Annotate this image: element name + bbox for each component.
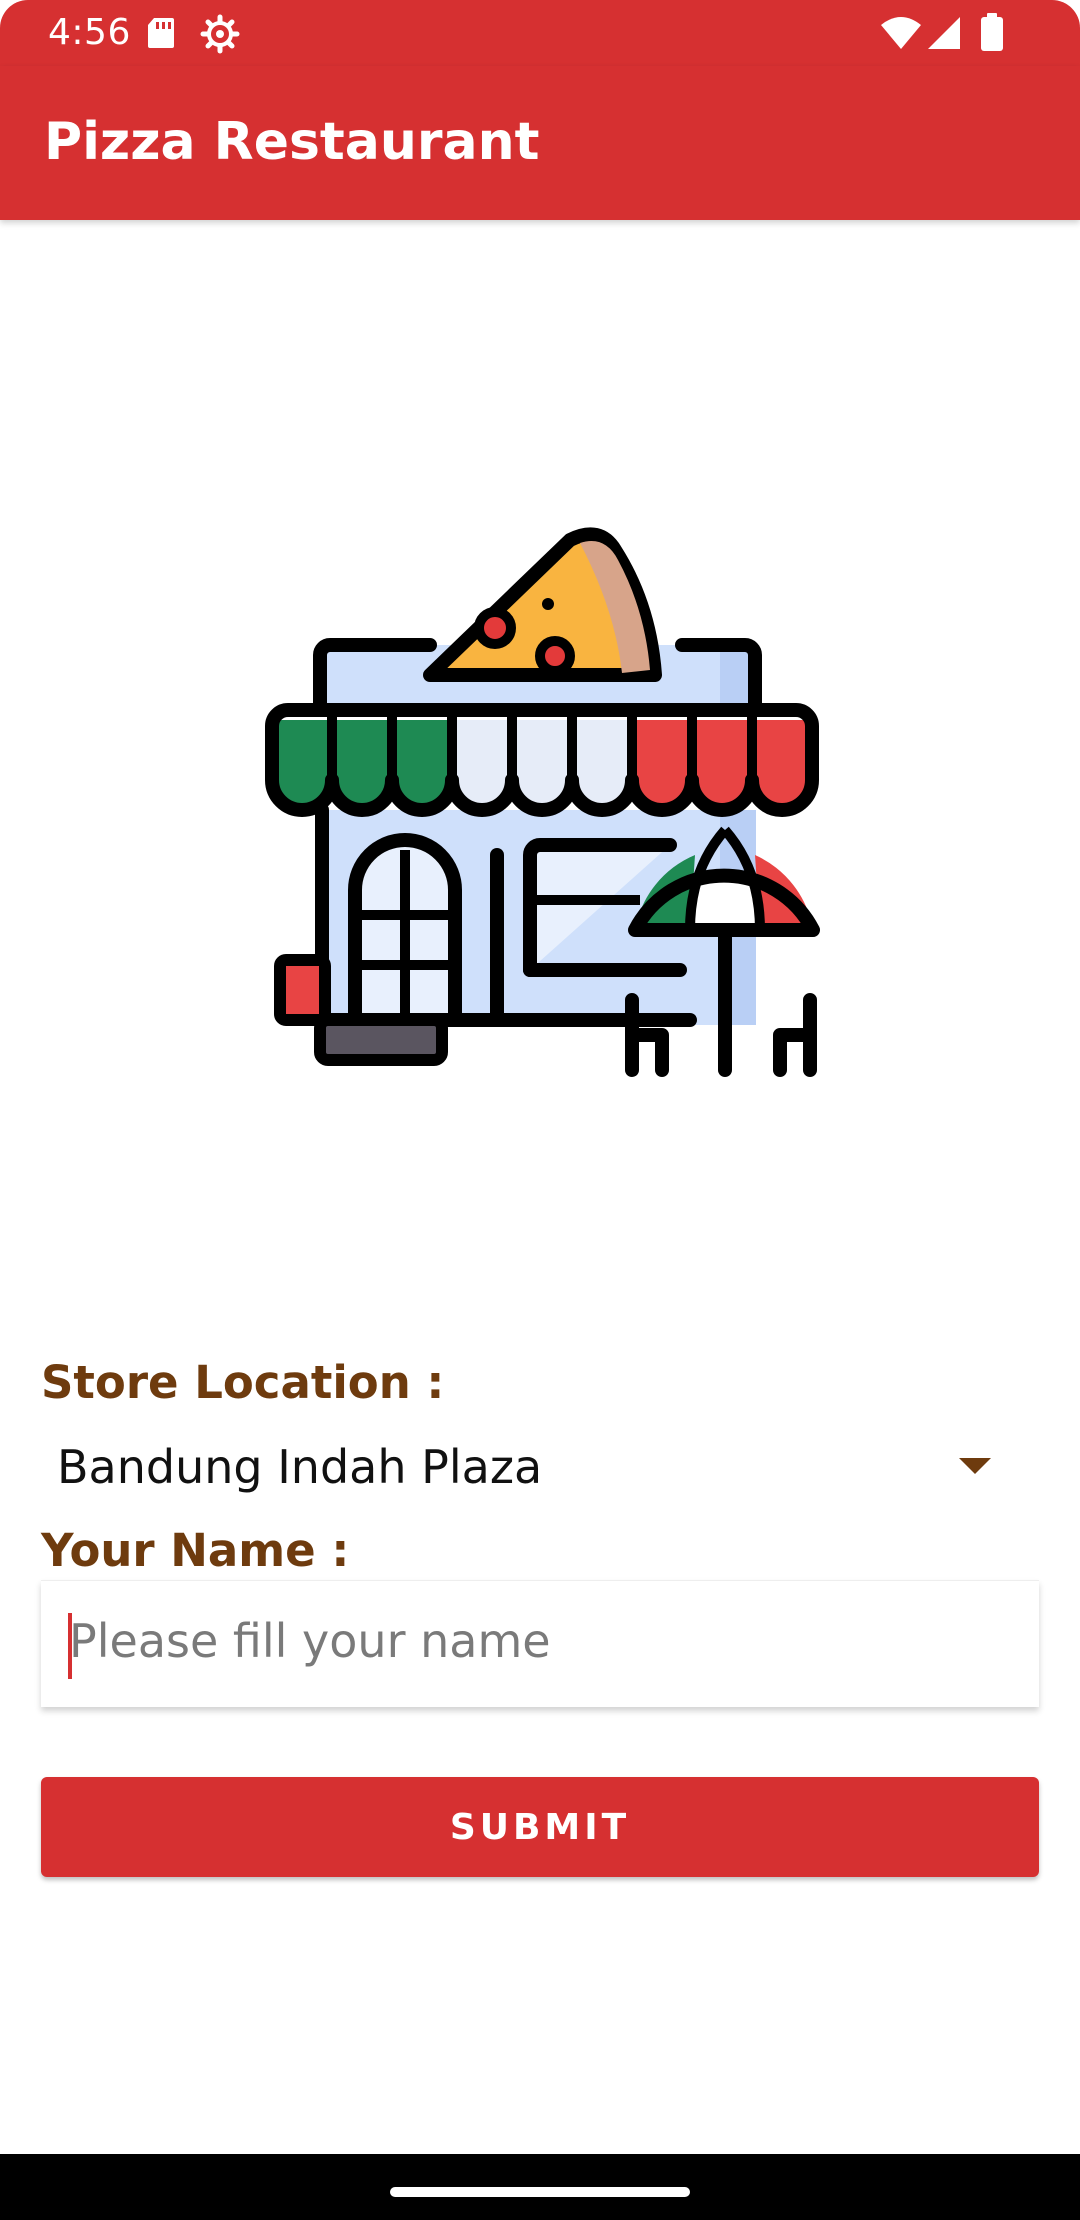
navigation-bar (0, 2154, 1080, 2220)
app-screen: 4:56 Pizza Restaurant Store Location: B… (0, 0, 1080, 2220)
status-bar: 4:56 (0, 0, 1080, 66)
name-input[interactable] (67, 1603, 1007, 1679)
status-time: 4:56 (48, 12, 131, 53)
pizza-restaurant-storefront-icon (265, 527, 820, 1077)
sd-card-icon (148, 18, 174, 48)
settings-gear-icon (200, 14, 240, 54)
battery-icon (981, 13, 1003, 51)
your-name-label: Your Name : (41, 1524, 350, 1577)
store-location-label: Store Location : (41, 1356, 445, 1409)
wifi-icon (881, 17, 921, 49)
app-bar: Pizza Restaurant (0, 66, 1080, 220)
home-gesture-handle[interactable] (390, 2187, 690, 2197)
store-location-selected-value: Bandung Indah Plaza (57, 1440, 543, 1494)
store-location-dropdown[interactable]: Bandung Indah Plaza (41, 1420, 1039, 1510)
text-cursor (68, 1613, 72, 1679)
name-field-container (41, 1580, 1039, 1707)
submit-button[interactable]: SUBMIT (41, 1777, 1039, 1877)
cell-signal-icon (928, 17, 960, 49)
dropdown-arrow-icon (959, 1458, 991, 1474)
app-title: Pizza Restaurant (44, 112, 540, 172)
